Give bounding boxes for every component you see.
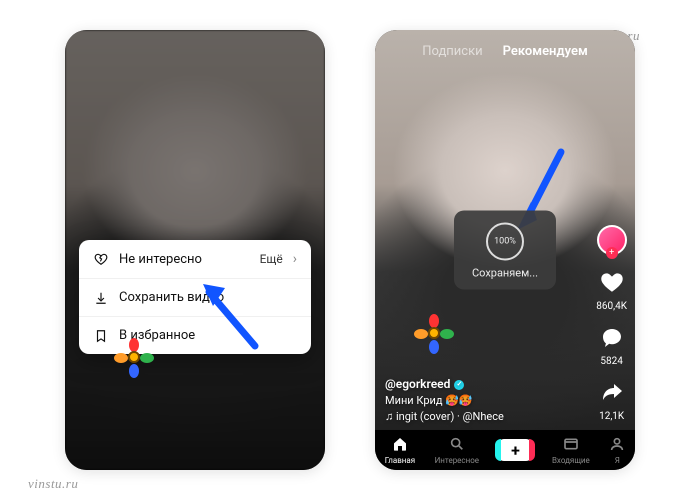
nav-inbox[interactable]: Входящие: [552, 436, 590, 465]
pinwheel-decoration: [117, 340, 151, 374]
share-button[interactable]: 12,1K: [599, 381, 624, 422]
phone-right: Подписки Рекомендуем 100% Сохраняем... +: [375, 30, 635, 470]
tab-following[interactable]: Подписки: [422, 44, 482, 59]
bottom-nav: Главная Интересное + Входящие: [375, 430, 635, 470]
phone-left: Не интересно Ещё › Сохранить видео: [65, 30, 325, 470]
caption-sound[interactable]: ♫ ingit (cover) · @Nhece: [385, 409, 565, 424]
username-text: @egorkreed: [385, 376, 450, 393]
create-button: +: [498, 439, 532, 461]
action-rail: + 860,4K 5824 12,1K: [596, 225, 627, 422]
comment-count: 5824: [600, 356, 622, 367]
feed-tabs: Подписки Рекомендуем: [375, 44, 635, 59]
comment-icon: [600, 326, 624, 354]
like-button[interactable]: 860,4K: [596, 269, 627, 312]
avatar-icon: +: [597, 225, 627, 255]
bookmark-icon: [93, 329, 109, 343]
progress-percent: 100%: [494, 237, 516, 247]
profile-icon: [609, 436, 625, 455]
action-sheet: Не интересно Ещё › Сохранить видео: [79, 240, 311, 354]
caption-line: Мини Крид 🥵🥵: [385, 393, 565, 408]
toast-label: Сохраняем...: [472, 267, 538, 280]
nav-discover[interactable]: Интересное: [435, 436, 479, 465]
caption-username[interactable]: @egorkreed ✓: [385, 376, 565, 393]
nav-label: Входящие: [552, 456, 590, 465]
saving-toast: 100% Сохраняем...: [454, 211, 556, 290]
sheet-save-video[interactable]: Сохранить видео: [79, 279, 311, 317]
nav-profile[interactable]: Я: [609, 436, 625, 465]
download-icon: [93, 291, 109, 305]
progress-ring: 100%: [486, 223, 524, 261]
chevron-right-icon: ›: [293, 251, 297, 267]
heart-icon: [599, 269, 625, 299]
share-icon: [600, 381, 624, 409]
sheet-row-label: Сохранить видео: [119, 290, 297, 305]
watermark-bottom: vinstu.ru: [28, 476, 78, 492]
video-caption: @egorkreed ✓ Мини Крид 🥵🥵 ♫ ingit (cover…: [385, 376, 565, 424]
sheet-row-label: Не интересно: [119, 252, 250, 267]
search-icon: [449, 436, 465, 455]
share-count: 12,1K: [599, 411, 624, 422]
nav-create[interactable]: +: [498, 439, 532, 461]
nav-home[interactable]: Главная: [385, 436, 415, 465]
nav-label: Главная: [385, 456, 415, 465]
pinwheel-decoration: [417, 316, 451, 350]
tab-for-you[interactable]: Рекомендуем: [503, 44, 588, 59]
sheet-more-label: Ещё: [260, 252, 283, 266]
nav-label: Я: [615, 456, 620, 465]
verified-badge-icon: ✓: [454, 380, 464, 390]
comment-button[interactable]: 5824: [600, 326, 624, 367]
home-icon: [392, 436, 408, 455]
inbox-icon: [563, 436, 579, 455]
heart-broken-icon: [93, 252, 109, 266]
nav-label: Интересное: [435, 456, 479, 465]
sheet-not-interested[interactable]: Не интересно Ещё ›: [79, 240, 311, 279]
like-count: 860,4K: [596, 301, 627, 312]
author-avatar[interactable]: +: [597, 225, 627, 255]
comparison-stage: Не интересно Ещё › Сохранить видео: [0, 0, 700, 500]
sheet-add-favorite[interactable]: В избранное: [79, 317, 311, 354]
plus-icon: +: [511, 441, 520, 460]
follow-plus-icon: +: [606, 247, 618, 259]
